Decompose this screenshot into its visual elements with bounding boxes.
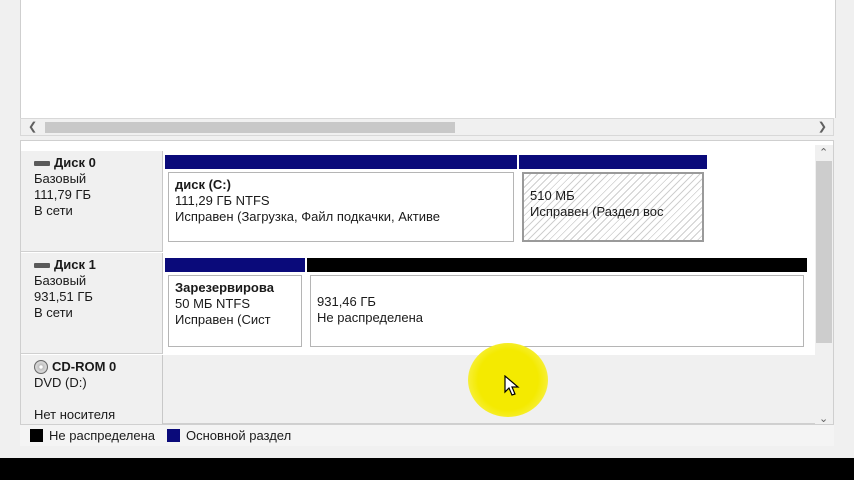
unallocated-size: 931,46 ГБ <box>317 294 376 309</box>
partition-reserved-body: Зарезервирова 50 МБ NTFS Исправен (Сист <box>168 275 302 347</box>
disk-0-size: 111,79 ГБ <box>34 187 92 202</box>
cd-drive-icon <box>34 360 48 374</box>
cdrom-0-name-row: CD-ROM 0 <box>34 359 162 375</box>
primary-partition-bar <box>165 258 305 272</box>
legend-bar: Не распределена Основной раздел <box>20 424 834 446</box>
disk-1-name: Диск 1 <box>54 257 96 272</box>
bottom-black-strip <box>0 458 854 480</box>
legend-unallocated-swatch <box>30 429 43 442</box>
disk-drive-icon <box>34 160 50 166</box>
scroll-left-arrow-icon[interactable]: ❮ <box>28 119 37 135</box>
partition-recovery-status: Исправен (Раздел вос <box>530 204 664 219</box>
disk-0-type: Базовый <box>34 171 87 186</box>
disk-1-status: В сети <box>34 305 73 320</box>
legend-unallocated-label: Не распределена <box>49 428 156 443</box>
legend-primary-label: Основной раздел <box>186 428 292 443</box>
partition-c-status: Исправен (Загрузка, Файл подкачки, Актив… <box>175 209 440 224</box>
partition-c-name: диск (C:) <box>175 177 231 192</box>
partition-c-body: диск (C:) 111,29 ГБ NTFS Исправен (Загру… <box>168 172 514 242</box>
partition-reserved-status: Исправен (Сист <box>175 312 271 327</box>
horizontal-scrollbar[interactable]: ❮ ❯ <box>20 118 834 136</box>
partition-unallocated[interactable]: 931,46 ГБ Не распределена <box>307 258 807 350</box>
primary-partition-bar <box>519 155 707 169</box>
partition-unallocated-body: 931,46 ГБ Не распределена <box>310 275 804 347</box>
mouse-pointer-icon <box>504 375 520 396</box>
disk-1-size: 931,51 ГБ <box>34 289 93 304</box>
vertical-scroll-thumb[interactable] <box>816 161 832 343</box>
scroll-up-arrow-icon[interactable]: ⌃ <box>819 145 828 161</box>
unallocated-bar <box>307 258 807 272</box>
disk-layout-panel: Диск 0 Базовый 111,79 ГБ В сети диск (C:… <box>20 140 834 425</box>
cdrom-0-name: CD-ROM 0 <box>52 359 117 374</box>
disk-0-name: Диск 0 <box>54 155 96 170</box>
scroll-right-arrow-icon[interactable]: ❯ <box>818 119 827 135</box>
primary-partition-bar <box>165 155 517 169</box>
disk-0-name-row: Диск 0 <box>34 155 162 171</box>
unallocated-status: Не распределена <box>317 310 424 325</box>
partition-reserved-size: 50 МБ NTFS <box>175 296 250 311</box>
partition-recovery-body: 510 МБ Исправен (Раздел вос <box>522 172 704 242</box>
partition-recovery[interactable]: 510 МБ Исправен (Раздел вос <box>519 155 707 245</box>
disk-1-type: Базовый <box>34 273 87 288</box>
partition-c-size: 111,29 ГБ NTFS <box>175 193 270 208</box>
partition-reserved[interactable]: Зарезервирова 50 МБ NTFS Исправен (Сист <box>165 258 305 350</box>
partition-c[interactable]: диск (C:) 111,29 ГБ NTFS Исправен (Загру… <box>165 155 517 245</box>
disk-0-label[interactable]: Диск 0 Базовый 111,79 ГБ В сети <box>21 151 163 252</box>
horizontal-scroll-thumb[interactable] <box>45 122 455 133</box>
cdrom-0-type: DVD (D:) <box>34 375 87 390</box>
legend-primary-swatch <box>167 429 181 442</box>
disk-1-name-row: Диск 1 <box>34 257 162 273</box>
disk-1-label[interactable]: Диск 1 Базовый 931,51 ГБ В сети <box>21 253 163 354</box>
partition-reserved-name: Зарезервирова <box>175 280 274 295</box>
disk-drive-icon <box>34 262 50 268</box>
disk-0-status: В сети <box>34 203 73 218</box>
vertical-scrollbar[interactable]: ⌃ ⌄ <box>815 145 833 427</box>
partition-recovery-size: 510 МБ <box>530 188 575 203</box>
volume-list-pane[interactable] <box>20 0 836 118</box>
cdrom-0-status: Нет носителя <box>34 407 116 422</box>
cdrom-0-label[interactable]: CD-ROM 0 DVD (D:) Нет носителя <box>21 355 163 425</box>
